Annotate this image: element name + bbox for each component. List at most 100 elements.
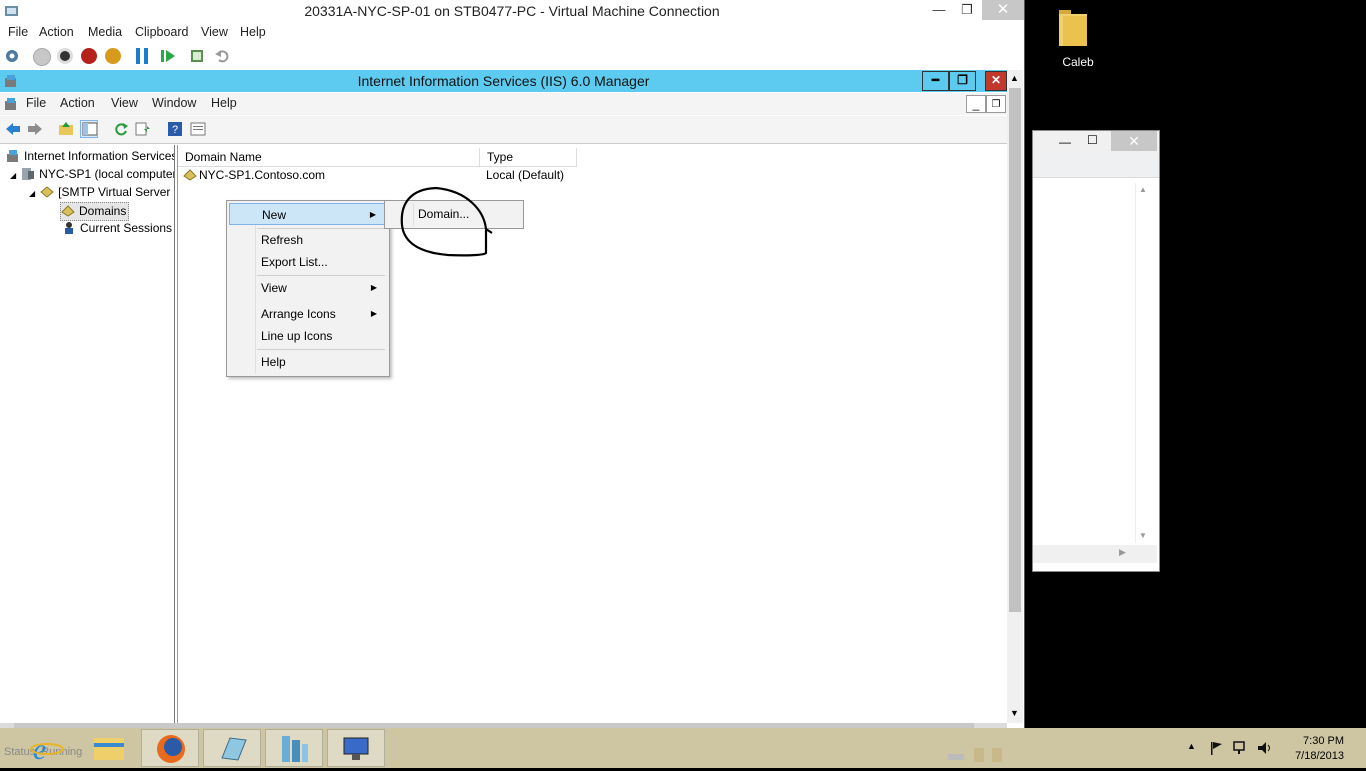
context-menu: New ▶ Refresh Export List... View ▶ Arrang… [226, 200, 390, 377]
menu-item-help[interactable]: Help [229, 351, 385, 373]
shut-down-icon[interactable] [81, 48, 97, 64]
tree-node-iis[interactable]: Internet Information Services [6, 148, 175, 165]
iis-menu-help[interactable]: Help [211, 96, 237, 110]
internet-explorer-icon: e [30, 733, 64, 766]
network-icon[interactable] [1232, 740, 1250, 756]
scroll-thumb[interactable] [1009, 88, 1021, 612]
save-state-icon[interactable] [105, 48, 121, 64]
help-icon[interactable]: ? [167, 121, 183, 137]
scroll-down-icon[interactable]: ▼ [1010, 708, 1019, 718]
table-row[interactable]: NYC-SP1.Contoso.com [183, 167, 325, 184]
tree-node-computer[interactable]: ◢ NYC-SP1 (local computer) [10, 166, 175, 183]
background-window-titlebar[interactable]: — ☐ ✕ [1033, 131, 1159, 155]
menu-item-arrange-icons[interactable]: Arrange Icons ▶ [229, 303, 385, 325]
pause-icon[interactable] [136, 48, 148, 64]
show-hide-tree-icon[interactable] [80, 120, 98, 138]
scroll-right-icon[interactable]: ▶ [1119, 547, 1126, 558]
menu-item-line-up-icons[interactable]: Line up Icons [229, 325, 385, 347]
menu-item-view[interactable]: View ▶ [229, 277, 385, 299]
vm-menu-clipboard[interactable]: Clipboard [135, 25, 189, 39]
export-list-icon[interactable] [135, 121, 151, 137]
collapse-arrow-icon[interactable]: ◢ [10, 171, 16, 180]
vm-menu-help[interactable]: Help [240, 25, 266, 39]
bg-restore-button[interactable]: ☐ [1087, 133, 1098, 147]
clock[interactable]: 7:30 PM 7/18/2013 [1295, 734, 1344, 764]
action-center-flag-icon[interactable] [1208, 740, 1224, 756]
vm-menu-action[interactable]: Action [39, 25, 74, 39]
bg-minimize-button[interactable]: — [1059, 135, 1071, 149]
snapshot-icon[interactable] [190, 48, 206, 64]
iis-menubar: File Action View Window Help _ ❐ [0, 93, 1007, 115]
taskbar-app-server[interactable] [265, 729, 323, 767]
start-icon[interactable] [33, 48, 51, 66]
taskbar-ie[interactable]: e [18, 729, 76, 767]
bg-close-button[interactable]: ✕ [1111, 131, 1157, 151]
iis-menu-view[interactable]: View [111, 96, 138, 110]
tree-label: NYC-SP1 (local computer) [39, 167, 175, 181]
domains-icon [61, 205, 75, 217]
scroll-down-icon[interactable]: ▼ [1139, 531, 1147, 540]
iis-restore-button[interactable]: ❐ [949, 71, 976, 91]
bg-horizontal-scrollbar[interactable]: ▶ [1033, 545, 1157, 563]
collapse-arrow-icon[interactable]: ◢ [29, 189, 35, 198]
back-arrow-icon[interactable] [5, 121, 21, 137]
iis-menu-window[interactable]: Window [152, 96, 196, 110]
tree-node-sessions[interactable]: Current Sessions [62, 220, 172, 237]
iis-menu-file[interactable]: File [26, 96, 46, 110]
vm-menu-media[interactable]: Media [88, 25, 122, 39]
tree-node-domains[interactable]: Domains [60, 202, 130, 221]
vm-titlebar[interactable]: 20331A-NYC-SP-01 on STB0477-PC - Virtual… [0, 0, 1024, 22]
vm-close-button[interactable]: ✕ [982, 0, 1024, 20]
tree-label: [SMTP Virtual Server [58, 185, 171, 199]
taskbar-app-vm[interactable] [327, 729, 385, 767]
revert-icon[interactable] [214, 48, 230, 64]
computer-icon [22, 168, 35, 180]
volume-icon[interactable] [1256, 740, 1274, 756]
iis-minimize-button[interactable]: ━ [922, 71, 949, 91]
svg-text:?: ? [172, 124, 178, 136]
scroll-up-icon[interactable]: ▲ [1139, 185, 1147, 194]
vm-minimize-button[interactable]: — [926, 0, 952, 20]
taskbar-explorer[interactable] [80, 729, 138, 767]
vm-tray-icons [948, 748, 1002, 762]
tree-label: Internet Information Services [24, 149, 175, 163]
vm-menu-view[interactable]: View [201, 25, 228, 39]
show-hidden-icons-icon[interactable]: ▲ [1187, 741, 1196, 751]
smtp-server-icon [40, 186, 54, 198]
background-window[interactable]: — ☐ ✕ ▲ ▼ ▶ [1032, 130, 1160, 572]
folder-label[interactable]: Caleb [1052, 55, 1104, 69]
menu-item-new[interactable]: New ▶ [229, 203, 385, 225]
clock-date: 7/18/2013 [1295, 750, 1344, 762]
submenu-arrow-icon: ▶ [370, 309, 377, 318]
properties-icon[interactable] [190, 121, 206, 137]
child-minimize-button[interactable]: _ [966, 95, 986, 113]
scroll-up-icon[interactable]: ▲ [1010, 73, 1019, 83]
ctrl-alt-del-icon[interactable] [4, 48, 20, 64]
vertical-scrollbar[interactable]: ▲ ▼ [1007, 70, 1023, 723]
domain-icon [183, 169, 197, 181]
taskbar-firefox[interactable] [141, 729, 199, 767]
taskbar-app-notebook[interactable] [203, 729, 261, 767]
iis-menu-action[interactable]: Action [60, 96, 95, 110]
resume-icon[interactable] [160, 48, 176, 64]
child-restore-button[interactable]: ❐ [986, 95, 1006, 113]
submenu-arrow-icon: ▶ [370, 283, 377, 292]
folder-icon[interactable] [1057, 6, 1089, 46]
iis-titlebar[interactable]: Internet Information Services (IIS) 6.0 … [0, 70, 1007, 92]
menu-item-refresh[interactable]: Refresh [229, 229, 385, 251]
column-header-type[interactable]: Type [480, 148, 577, 167]
column-header-domain-name[interactable]: Domain Name [178, 148, 480, 167]
forward-arrow-icon[interactable] [27, 121, 43, 137]
refresh-icon[interactable] [113, 121, 129, 137]
vm-menu-file[interactable]: File [8, 25, 28, 39]
tree-pane: Internet Information Services ◢ NYC-SP1 (… [0, 145, 175, 723]
up-folder-icon[interactable] [58, 121, 74, 137]
iis-toolbar: ? [0, 116, 1007, 144]
mmc-document-icon[interactable] [3, 96, 19, 112]
iis-close-button[interactable]: ✕ [985, 71, 1007, 91]
turn-off-icon[interactable] [57, 48, 73, 64]
bg-vertical-scrollbar[interactable]: ▲ ▼ [1135, 183, 1150, 543]
tree-node-smtp[interactable]: ◢ [SMTP Virtual Server [29, 184, 170, 201]
vm-restore-button[interactable]: ❐ [954, 0, 980, 20]
menu-item-export-list[interactable]: Export List... [229, 251, 385, 273]
